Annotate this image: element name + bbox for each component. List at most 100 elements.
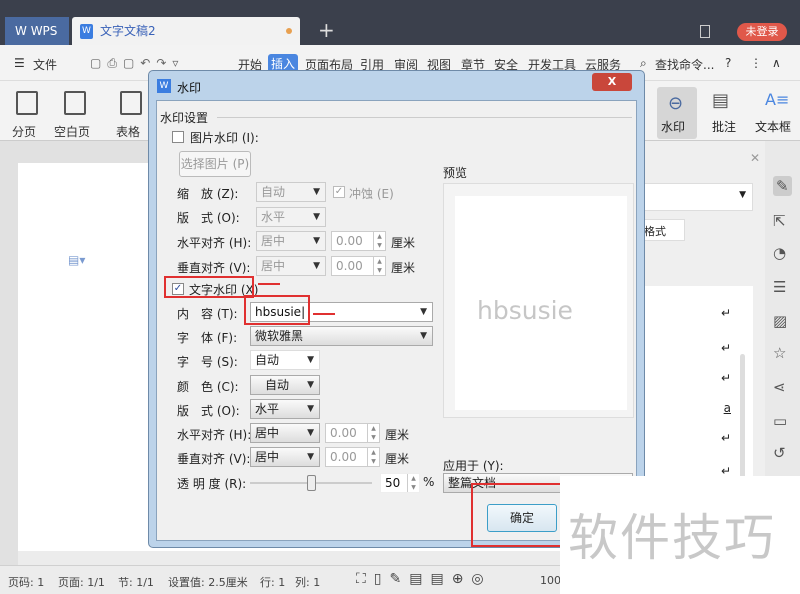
paragraph-icon[interactable]: ▤▾	[68, 253, 85, 267]
spinner-arrows-icon[interactable]: ▲ ▼	[407, 474, 419, 492]
select-icon[interactable]: ⇱	[773, 212, 786, 230]
device-icon[interactable]	[700, 25, 710, 38]
document-tab[interactable]: W 文字文稿2	[72, 17, 300, 45]
unit-label: 厘米	[385, 452, 410, 466]
watermark-overlay: 软件技巧	[560, 476, 800, 594]
preview-label: 预览	[443, 166, 468, 180]
archive-icon[interactable]: ▭	[773, 412, 787, 430]
menu-icon[interactable]: ☰	[14, 56, 25, 70]
shapes-icon[interactable]: ◔	[773, 244, 786, 262]
comment-button[interactable]: 批注	[712, 118, 736, 135]
picture-v-align-select[interactable]: 居中 ▼	[256, 256, 326, 276]
command-search[interactable]: 查找命令...	[655, 56, 714, 73]
style-select[interactable]: ▼	[640, 183, 753, 211]
picture-h-offset-spinner[interactable]: 0.00 ▲ ▼	[331, 231, 386, 251]
search-icon[interactable]: ⌕	[640, 56, 647, 71]
textbox-button[interactable]: 文本框	[755, 118, 791, 135]
watermark-button[interactable]: ⊖ 水印	[657, 87, 697, 139]
washout-checkbox[interactable]: ✓	[333, 186, 345, 198]
scale-label: 缩 放 (Z):	[177, 187, 239, 201]
slider-thumb[interactable]	[307, 475, 316, 491]
page-break-icon	[16, 91, 38, 115]
annotation-box-content	[244, 295, 310, 325]
adjust-icon[interactable]: ☰	[773, 278, 786, 296]
unit-label: 厘米	[391, 236, 416, 250]
chevron-down-icon: ▼	[313, 236, 320, 246]
transparency-spinner[interactable]: 50 ▲ ▼	[380, 473, 420, 493]
share-icon[interactable]: ⋖	[773, 378, 786, 396]
picture-layout-label: 版 式 (O):	[177, 211, 240, 225]
text-v-align-select[interactable]: 居中 ▼	[250, 447, 320, 467]
text-h-offset-spinner[interactable]: 0.00 ▲ ▼	[325, 423, 380, 443]
login-button[interactable]: 未登录	[737, 23, 787, 41]
annotation-box-ok	[471, 483, 571, 547]
picture-v-offset-spinner[interactable]: 0.00 ▲ ▼	[331, 256, 386, 276]
edit-icon[interactable]: ✎	[773, 176, 792, 196]
style-mark: a	[723, 401, 731, 415]
picture-h-align-select[interactable]: 居中 ▼	[256, 231, 326, 251]
horizontal-scrollbar[interactable]	[18, 551, 638, 565]
font-select[interactable]: 微软雅黑 ▼	[250, 326, 433, 346]
preview-box: hbsusie	[443, 183, 634, 418]
text-h-align-select[interactable]: 居中 ▼	[250, 423, 320, 443]
chevron-down-icon: ▼	[307, 355, 314, 365]
page-break-button[interactable]: 分页	[12, 123, 36, 140]
picture-watermark-label: 图片水印 (I):	[190, 131, 259, 145]
spinner-arrows-icon[interactable]: ▲ ▼	[367, 424, 379, 442]
chevron-down-icon: ▼	[420, 331, 427, 341]
return-mark: ↵	[720, 371, 731, 385]
size-select[interactable]: 自动 ▼	[250, 350, 320, 370]
wps-home-tab[interactable]: W WPS	[5, 17, 69, 45]
font-label: 字 体 (F):	[177, 331, 238, 345]
spinner-arrows-icon[interactable]: ▲ ▼	[373, 232, 385, 250]
close-pane-icon[interactable]: ✕	[750, 151, 760, 165]
view-mode-icons[interactable]: ⛶▯✎▤▤⊕◎	[356, 571, 492, 587]
textbox-icon: A≡	[765, 90, 790, 109]
wps-logo-icon: W	[157, 79, 171, 93]
apply-to-label: 应用于 (Y):	[443, 459, 504, 473]
text-layout-select[interactable]: 水平 ▼	[250, 399, 320, 419]
color-select[interactable]: 自动 ▼	[250, 375, 320, 395]
table-button[interactable]: 表格	[116, 123, 140, 140]
file-menu[interactable]: 文件	[33, 56, 57, 73]
text-v-offset-spinner[interactable]: 0.00 ▲ ▼	[325, 447, 380, 467]
writer-icon: W	[80, 24, 93, 39]
quick-access-icons[interactable]: ▢⎙▢↶↷▿	[90, 56, 184, 71]
picture-h-align-label: 水平对齐 (H):	[177, 236, 252, 250]
size-label: 字 号 (S):	[177, 355, 238, 369]
collapse-ribbon-icon[interactable]: ∧	[772, 56, 781, 70]
dialog-title: 水印	[177, 81, 202, 95]
chevron-down-icon: ▼	[313, 212, 320, 222]
status-col: 列: 1	[295, 576, 321, 589]
status-page-number: 页码: 1	[8, 576, 45, 589]
transparency-slider[interactable]	[250, 475, 372, 491]
history-icon[interactable]: ↺	[773, 444, 786, 462]
help-button[interactable]: ?	[725, 56, 731, 70]
transparency-label: 透 明 度 (R):	[177, 477, 247, 491]
spinner-arrows-icon[interactable]: ▲ ▼	[373, 257, 385, 275]
more-icon[interactable]: ⋮	[750, 56, 762, 70]
status-setting: 设置值: 2.5厘米	[168, 576, 248, 589]
annotation-arrow	[313, 313, 335, 315]
status-section: 节: 1/1	[118, 576, 154, 589]
new-tab-button[interactable]: +	[318, 18, 335, 42]
text-layout-label: 版 式 (O):	[177, 404, 240, 418]
table-icon	[120, 91, 142, 115]
return-mark: ↵	[720, 341, 731, 355]
chevron-down-icon: ▼	[313, 187, 320, 197]
blank-page-button[interactable]: 空白页	[54, 123, 90, 140]
unit-label: 厘米	[385, 428, 410, 442]
annotation-arrow	[258, 283, 280, 285]
picture-layout-select[interactable]: 水平 ▼	[256, 207, 326, 227]
picture-watermark-checkbox[interactable]	[172, 131, 184, 143]
star-icon[interactable]: ☆	[773, 344, 786, 362]
spinner-arrows-icon[interactable]: ▲ ▼	[367, 448, 379, 466]
group-title: 水印设置	[160, 111, 209, 125]
return-mark: ↵	[720, 306, 731, 320]
format-button[interactable]: 格式	[640, 219, 685, 241]
scale-select[interactable]: 自动 ▼	[256, 182, 326, 202]
preview-watermark-text: hbsusie	[477, 296, 573, 325]
choose-picture-button[interactable]: 选择图片 (P)	[179, 151, 251, 177]
close-button[interactable]: X	[592, 73, 632, 91]
image-icon[interactable]: ▨	[773, 312, 787, 330]
